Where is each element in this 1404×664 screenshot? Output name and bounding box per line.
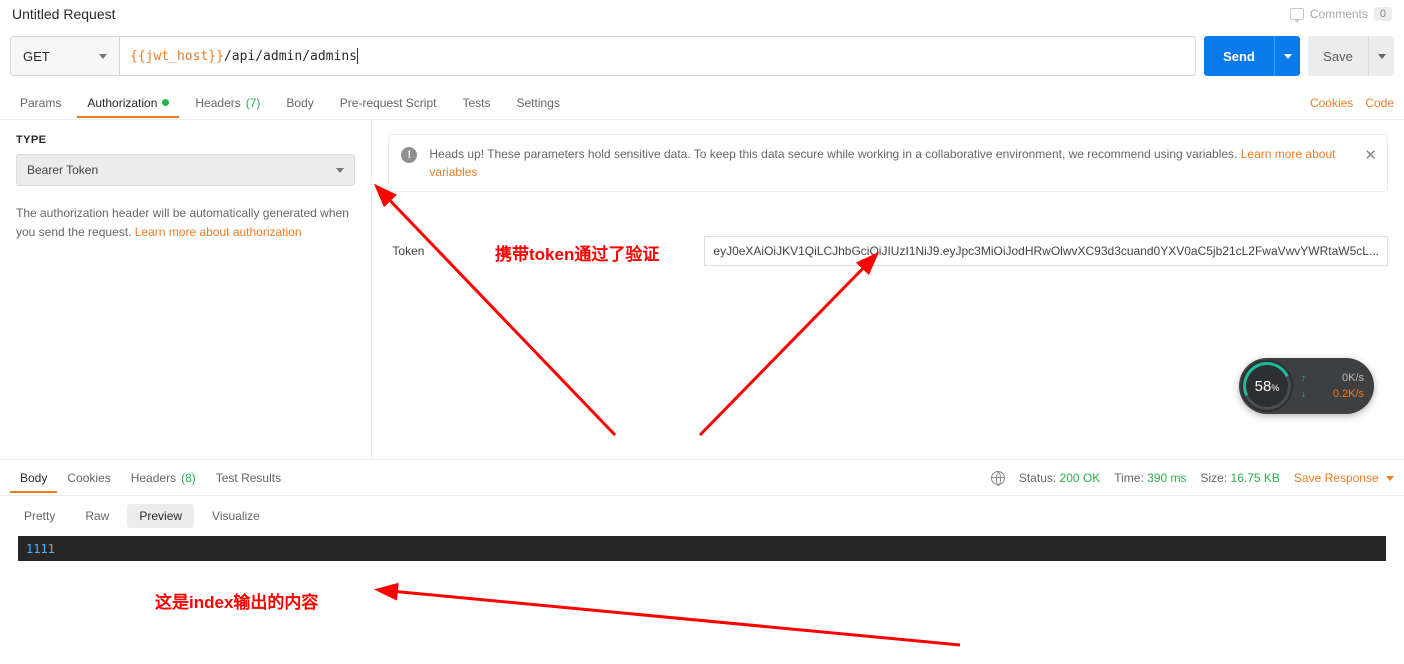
- resp-tab-headers-count: (8): [181, 471, 196, 485]
- subtab-preview[interactable]: Preview: [127, 504, 194, 528]
- url-variable: {{jwt_host}}: [130, 49, 224, 64]
- code-link[interactable]: Code: [1365, 96, 1394, 110]
- resp-tab-test-results[interactable]: Test Results: [206, 463, 291, 493]
- tab-headers-label: Headers: [195, 96, 240, 110]
- auth-description: The authorization header will be automat…: [16, 204, 355, 241]
- save-response-label: Save Response: [1294, 471, 1379, 485]
- request-url-input[interactable]: {{jwt_host}}/api/admin/admins: [120, 36, 1196, 76]
- request-tabs: Params Authorization Headers (7) Body Pr…: [0, 86, 1404, 120]
- speed-widget[interactable]: 58% ↑ 0K/s ↓ 0.2K/s: [1239, 358, 1374, 414]
- time-block: Time: 390 ms: [1114, 471, 1186, 485]
- tab-authorization[interactable]: Authorization: [77, 88, 179, 118]
- chevron-down-icon: [1386, 476, 1394, 481]
- save-response-button[interactable]: Save Response: [1294, 471, 1394, 485]
- subtab-visualize[interactable]: Visualize: [200, 504, 272, 528]
- tab-tests[interactable]: Tests: [452, 88, 500, 118]
- chevron-down-icon: [1284, 54, 1292, 59]
- speed-percent: 58: [1255, 378, 1272, 395]
- send-button[interactable]: Send: [1204, 36, 1274, 76]
- subtab-raw[interactable]: Raw: [73, 504, 121, 528]
- response-preview: 1111: [18, 536, 1386, 561]
- subtab-pretty[interactable]: Pretty: [12, 504, 67, 528]
- tab-params[interactable]: Params: [10, 88, 71, 118]
- http-method-value: GET: [23, 49, 50, 64]
- send-dropdown-button[interactable]: [1274, 36, 1300, 76]
- info-icon: !: [401, 147, 417, 163]
- chevron-down-icon: [336, 168, 344, 173]
- resp-tab-headers-label: Headers: [131, 471, 176, 485]
- cookies-link[interactable]: Cookies: [1310, 96, 1353, 110]
- tab-body[interactable]: Body: [276, 88, 323, 118]
- status-block: Status: 200 OK: [1019, 471, 1100, 485]
- text-cursor: [357, 48, 358, 64]
- status-label: Status:: [1019, 471, 1056, 485]
- comments-button[interactable]: Comments 0: [1290, 7, 1392, 21]
- globe-icon[interactable]: [991, 471, 1005, 485]
- tab-authorization-label: Authorization: [87, 96, 157, 110]
- info-banner: ! Heads up! These parameters hold sensit…: [388, 134, 1388, 192]
- comment-icon: [1290, 8, 1304, 20]
- status-value: 200 OK: [1060, 471, 1101, 485]
- annotation-text-2: 这是index输出的内容: [155, 588, 318, 613]
- size-label: Size:: [1201, 471, 1228, 485]
- arrow-down-icon: ↓: [1301, 389, 1306, 400]
- save-dropdown-button[interactable]: [1368, 36, 1394, 76]
- active-dot-icon: [162, 99, 169, 106]
- time-label: Time:: [1114, 471, 1144, 485]
- tab-headers-count: (7): [246, 96, 261, 110]
- resp-tab-cookies[interactable]: Cookies: [57, 463, 120, 493]
- close-banner-button[interactable]: ✕: [1364, 145, 1377, 168]
- chevron-down-icon: [1378, 54, 1386, 59]
- speed-unit: %: [1271, 383, 1279, 393]
- url-path: /api/admin/admins: [224, 49, 357, 64]
- request-title: Untitled Request: [12, 6, 116, 22]
- resp-tab-headers[interactable]: Headers (8): [121, 463, 206, 493]
- download-speed: 0.2K/s: [1333, 388, 1364, 400]
- http-method-select[interactable]: GET: [10, 36, 120, 76]
- response-subtabs: Pretty Raw Preview Visualize: [0, 496, 1404, 536]
- auth-type-value: Bearer Token: [27, 163, 98, 177]
- token-input[interactable]: eyJ0eXAiOiJKV1QiLCJhbGciOiJIUzI1NiJ9.eyJ…: [704, 236, 1388, 266]
- comments-label: Comments: [1310, 7, 1368, 21]
- tab-headers[interactable]: Headers (7): [185, 88, 270, 118]
- size-value: 16.75 KB: [1231, 471, 1280, 485]
- resp-tab-body[interactable]: Body: [10, 463, 57, 493]
- speed-gauge: 58%: [1241, 360, 1293, 412]
- save-button[interactable]: Save: [1308, 36, 1368, 76]
- chevron-down-icon: [99, 54, 107, 59]
- size-block: Size: 16.75 KB: [1201, 471, 1280, 485]
- learn-more-auth-link[interactable]: Learn more about authorization: [135, 225, 302, 239]
- tab-prerequest[interactable]: Pre-request Script: [330, 88, 447, 118]
- auth-type-select[interactable]: Bearer Token: [16, 154, 355, 186]
- banner-text: Heads up! These parameters hold sensitiv…: [429, 147, 1240, 161]
- response-tabs: Body Cookies Headers (8) Test Results St…: [0, 460, 1404, 496]
- preview-content[interactable]: 1111: [26, 542, 55, 556]
- arrow-up-icon: ↑: [1301, 373, 1306, 384]
- upload-speed: 0K/s: [1342, 372, 1364, 384]
- token-label: Token: [388, 244, 688, 258]
- tab-settings[interactable]: Settings: [507, 88, 570, 118]
- auth-type-label: TYPE: [16, 134, 355, 146]
- time-value: 390 ms: [1147, 471, 1186, 485]
- comments-count: 0: [1374, 7, 1392, 21]
